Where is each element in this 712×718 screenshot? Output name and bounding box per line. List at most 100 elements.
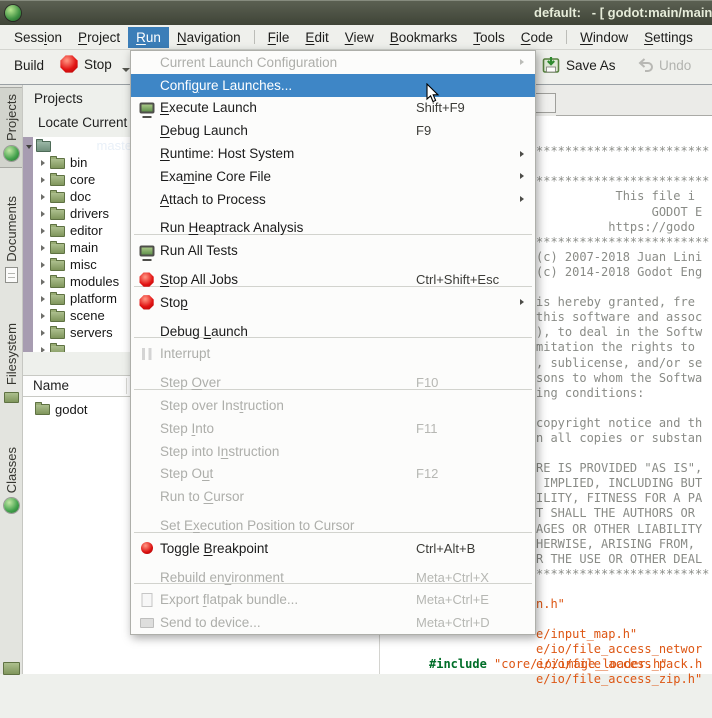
menu-item: Set Execution Position to Cursor [131,514,535,537]
tree-row[interactable]: main [23,239,130,256]
code-line: ing conditions: [536,386,712,401]
expand-arrow-icon[interactable] [38,262,48,268]
expand-arrow-icon[interactable] [38,296,48,302]
tree-row[interactable]: drivers [23,205,130,222]
tree-row-godot-root[interactable]: godot master [23,137,130,154]
menubar-item[interactable]: Tools [465,27,513,48]
tree-item-label: main [70,240,98,255]
tree-item-label: scene [70,308,105,323]
expand-arrow-icon[interactable] [38,177,48,183]
list-item[interactable]: godot [23,397,130,419]
project-tree[interactable]: godot master bin core doc drivers editor [23,137,130,352]
menubar-item[interactable]: File [260,27,298,48]
submenu-arrow-icon [520,173,529,179]
menu-item[interactable]: Toggle Breakpoint Ctrl+Alt+B [131,537,535,560]
code-line: AGES OR OTHER LIABILITY [536,522,712,537]
sidebar-tab-icon [4,498,19,513]
sidebar-tab[interactable]: Documents [0,190,22,289]
menubar-item[interactable]: Navigation [169,27,249,48]
menu-item[interactable]: Stop [131,291,535,314]
menu-item-label: Configure Launches... [160,78,416,93]
tree-item-label: doc [70,189,91,204]
menubar-item[interactable]: Run [128,27,169,48]
save-as-icon [542,56,560,74]
tree-row[interactable]: bin [23,154,130,171]
menu-item[interactable]: Run Heaptrack Analysis [131,217,535,240]
tree-row[interactable]: scene [23,307,130,324]
menu-item-label: Step into Instruction [160,444,416,459]
sidebar-tab[interactable]: Projects [0,87,22,168]
tree-row[interactable] [23,341,130,352]
save-as-button[interactable]: Save As [542,56,616,74]
expand-arrow-icon[interactable] [38,347,48,353]
projects-panel-title: Projects [23,85,130,106]
menubar-item[interactable]: Session [6,27,70,48]
menu-item-icon [136,242,157,259]
menu-item-label: Stop All Jobs [160,272,416,287]
build-button[interactable]: Build [14,58,44,73]
menu-item-label: Debug Launch [160,324,416,339]
menu-item-shortcut: F9 [416,123,520,138]
menubar-item[interactable]: Bookmarks [382,27,466,48]
tree-row[interactable]: modules [23,273,130,290]
menu-item[interactable]: Debug Launch [131,320,535,343]
name-column-header[interactable]: Name [23,375,130,397]
menubar-item[interactable]: Project [70,27,128,48]
menubar-item[interactable]: Window [572,27,636,48]
menubar-item[interactable]: View [337,27,382,48]
tree-row[interactable]: core [23,171,130,188]
collapse-arrow-icon[interactable] [24,143,34,149]
menu-item[interactable]: Execute Launch Shift+F9 [131,97,535,120]
stop-button[interactable]: Stop [60,55,130,73]
tree-row[interactable]: doc [23,188,130,205]
code-line: (c) 2014-2018 Godot Eng [536,265,712,280]
menu-item-icon [136,540,157,557]
expand-arrow-icon[interactable] [38,245,48,251]
menubar-item[interactable] [254,30,255,44]
submenu-arrow-icon [520,151,529,157]
menu-item[interactable]: Stop All Jobs Ctrl+Shift+Esc [131,268,535,291]
window-title: default: - [ godot:main/main. [534,5,712,20]
menu-item[interactable]: Configure Launches... [131,74,535,97]
menubar-item[interactable]: Code [513,27,561,48]
code-line: (c) 2007-2018 Juan Lini [536,250,712,265]
column-divider[interactable] [126,378,127,394]
tree-row[interactable]: misc [23,256,130,273]
menubar-item[interactable]: Settings [636,27,701,48]
tree-row[interactable]: platform [23,290,130,307]
menu-item[interactable]: Examine Core File [131,165,535,188]
submenu-arrow-icon [520,59,529,65]
expand-arrow-icon[interactable] [38,194,48,200]
menu-item: Step over Instruction [131,394,535,417]
expand-arrow-icon[interactable] [38,279,48,285]
code-line [536,612,712,627]
menu-item[interactable]: Run All Tests [131,239,535,262]
expand-arrow-icon[interactable] [38,211,48,217]
menu-item-shortcut: F12 [416,466,520,481]
tree-row[interactable]: servers [23,324,130,341]
code-line: e/input_map.h" [536,627,712,642]
editor-tab[interactable] [535,93,556,113]
menu-item: Run to Cursor [131,485,535,508]
menubar-item[interactable]: Edit [297,27,336,48]
expand-arrow-icon[interactable] [38,160,48,166]
expand-arrow-icon[interactable] [38,228,48,234]
app-window-icon[interactable] [5,5,21,21]
sidebar-tab[interactable]: Filesystem [0,317,22,409]
titlebar: default: - [ godot:main/main. [0,0,712,25]
menu-item-label: Interrupt [160,346,416,361]
menu-item[interactable]: Attach to Process [131,188,535,211]
locate-current-document-button[interactable]: Locate Current Document [23,106,130,130]
menubar-item[interactable] [566,30,567,44]
sidebar-tab[interactable]: Classes [0,441,22,519]
menu-item-icon [136,168,157,185]
menu-item[interactable]: Debug Launch F9 [131,119,535,142]
folder-icon [50,209,65,220]
expand-arrow-icon[interactable] [38,313,48,319]
save-as-label: Save As [566,58,616,73]
stop-dropdown-caret-icon[interactable] [122,68,130,72]
menu-item-label: Export flatpak bundle... [160,592,416,607]
menu-item[interactable]: Runtime: Host System [131,142,535,165]
tree-row[interactable]: editor [23,222,130,239]
expand-arrow-icon[interactable] [38,330,48,336]
